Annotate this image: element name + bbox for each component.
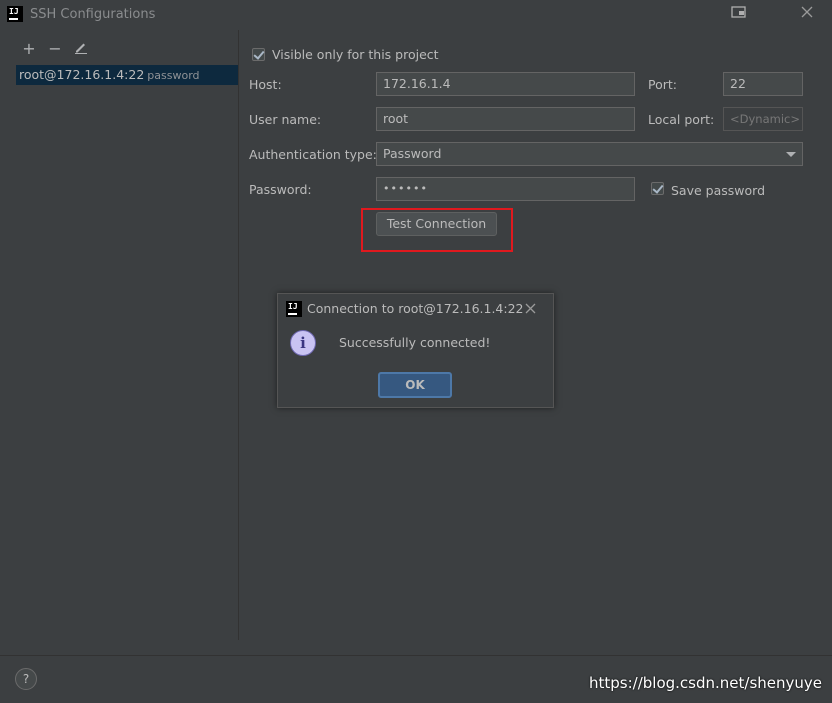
dialog-ok-button[interactable]: OK <box>378 372 452 398</box>
footer: ? https://blog.csdn.net/shenyuye <box>0 655 832 703</box>
close-icon[interactable] <box>525 302 536 317</box>
port-field[interactable]: 22 <box>723 72 803 96</box>
add-icon[interactable]: + <box>20 40 38 58</box>
host-label: Host: <box>249 77 282 92</box>
title-bar: IJ SSH Configurations <box>0 0 832 30</box>
config-list-item[interactable]: root@172.16.1.4:22 password <box>16 65 238 85</box>
help-icon[interactable]: ? <box>15 668 37 690</box>
password-field[interactable]: •••••• <box>376 177 635 201</box>
save-password-label: Save password <box>671 183 766 198</box>
host-field[interactable]: 172.16.1.4 <box>376 72 635 96</box>
config-name: root@172.16.1.4:22 <box>19 67 145 82</box>
chevron-down-icon <box>786 152 796 157</box>
username-field[interactable]: root <box>376 107 635 131</box>
config-list-panel: + − root@172.16.1.4:22 password <box>0 30 239 640</box>
local-port-label: Local port: <box>648 112 715 127</box>
connection-dialog: IJ Connection to root@172.16.1.4:22 i Su… <box>277 293 554 408</box>
dialog-title: Connection to root@172.16.1.4:22 <box>307 301 524 316</box>
visible-only-checkbox[interactable] <box>252 48 265 61</box>
auth-type-dropdown[interactable]: Password <box>376 142 803 166</box>
highlight-box <box>361 208 513 252</box>
port-label: Port: <box>648 77 677 92</box>
config-auth-type: password <box>147 69 200 82</box>
remove-icon[interactable]: − <box>46 40 64 58</box>
password-label: Password: <box>249 182 312 197</box>
watermark: https://blog.csdn.net/shenyuye <box>589 674 822 692</box>
close-icon[interactable] <box>798 5 816 23</box>
local-port-field[interactable]: <Dynamic> <box>723 107 803 131</box>
auth-type-value: Password <box>383 146 442 161</box>
intellij-logo-icon: IJ <box>7 6 23 22</box>
window-title: SSH Configurations <box>30 7 156 22</box>
username-label: User name: <box>249 112 322 127</box>
edit-icon[interactable] <box>72 40 90 58</box>
visible-only-label: Visible only for this project <box>272 47 439 62</box>
auth-type-label: Authentication type: <box>249 147 377 162</box>
save-password-checkbox[interactable] <box>651 182 664 195</box>
info-icon: i <box>290 330 316 356</box>
restore-icon[interactable] <box>730 5 748 23</box>
dialog-message: Successfully connected! <box>339 335 491 350</box>
intellij-logo-icon: IJ <box>286 301 302 317</box>
